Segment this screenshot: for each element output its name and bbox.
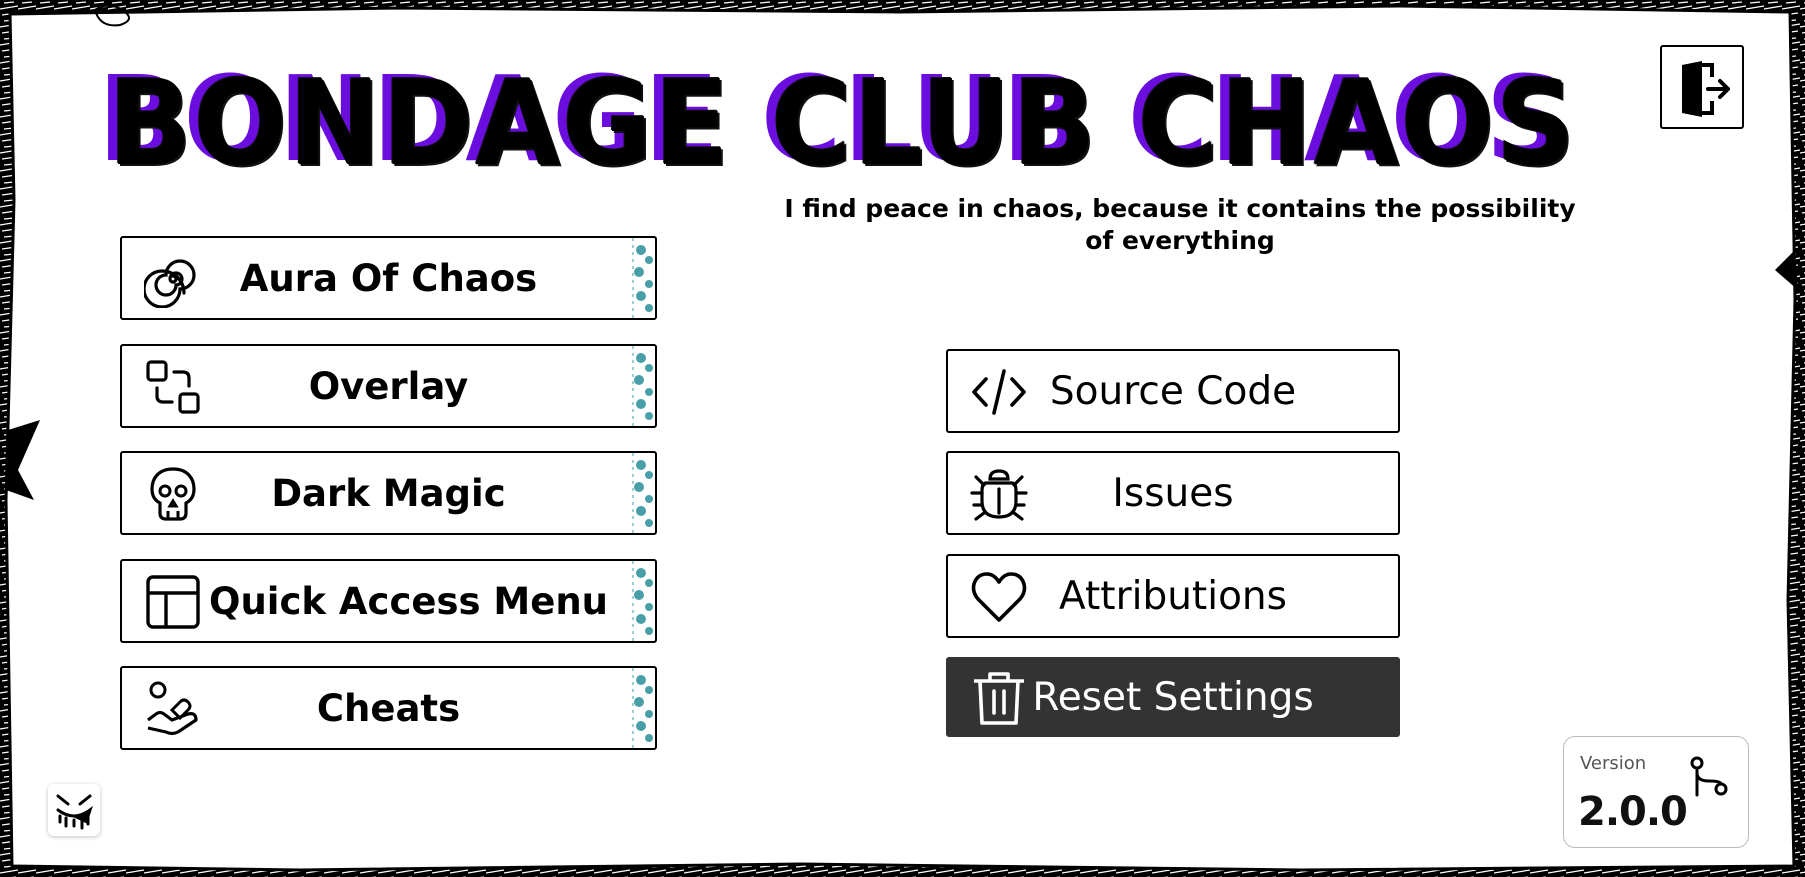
menu-label: Reset Settings — [1032, 674, 1314, 720]
issues-button[interactable]: Issues — [946, 451, 1400, 535]
version-card: Version 2.0.0 — [1563, 736, 1749, 848]
overlay-button[interactable]: Overlay — [120, 344, 657, 428]
menu-label: Issues — [1112, 470, 1234, 516]
subtitle-quote: I find peace in chaos, because it contai… — [784, 194, 1576, 255]
exit-button[interactable] — [1660, 45, 1744, 129]
exit-door-icon — [1682, 61, 1730, 117]
attributions-button[interactable]: Attributions — [946, 554, 1400, 638]
menu-label: Attributions — [1059, 573, 1287, 619]
dripping-face-icon — [56, 794, 93, 830]
teal-ornament-decoration — [632, 453, 653, 533]
cheats-button[interactable]: Cheats — [120, 666, 657, 750]
version-value: 2.0.0 — [1578, 789, 1688, 835]
teal-ornament-decoration — [632, 561, 653, 641]
git-branch-icon — [1690, 756, 1728, 797]
app-title: BONDAGE CLUB CHAOS BONDAGE CLUB CHAOS — [98, 54, 1575, 188]
aura-of-chaos-button[interactable]: Aura Of Chaos — [120, 236, 657, 320]
reset-settings-button[interactable]: Reset Settings — [946, 657, 1400, 737]
menu-label: Cheats — [316, 686, 461, 730]
quick-access-menu-button[interactable]: Quick Access Menu — [120, 559, 657, 643]
menu-label: Aura Of Chaos — [239, 256, 538, 300]
title-text: BONDAGE CLUB CHAOS — [108, 54, 1577, 192]
source-code-button[interactable]: Source Code — [946, 349, 1400, 433]
menu-label: Overlay — [308, 364, 469, 408]
version-label: Version — [1580, 753, 1647, 774]
menu-label: Quick Access Menu — [208, 579, 608, 623]
teal-ornament-decoration — [632, 668, 653, 748]
teal-ornament-decoration — [632, 346, 653, 426]
menu-label: Dark Magic — [271, 471, 506, 515]
dark-magic-button[interactable]: Dark Magic — [120, 451, 657, 535]
menu-label: Source Code — [1049, 368, 1297, 414]
mascot-button[interactable] — [48, 784, 100, 836]
teal-ornament-decoration — [632, 238, 653, 318]
